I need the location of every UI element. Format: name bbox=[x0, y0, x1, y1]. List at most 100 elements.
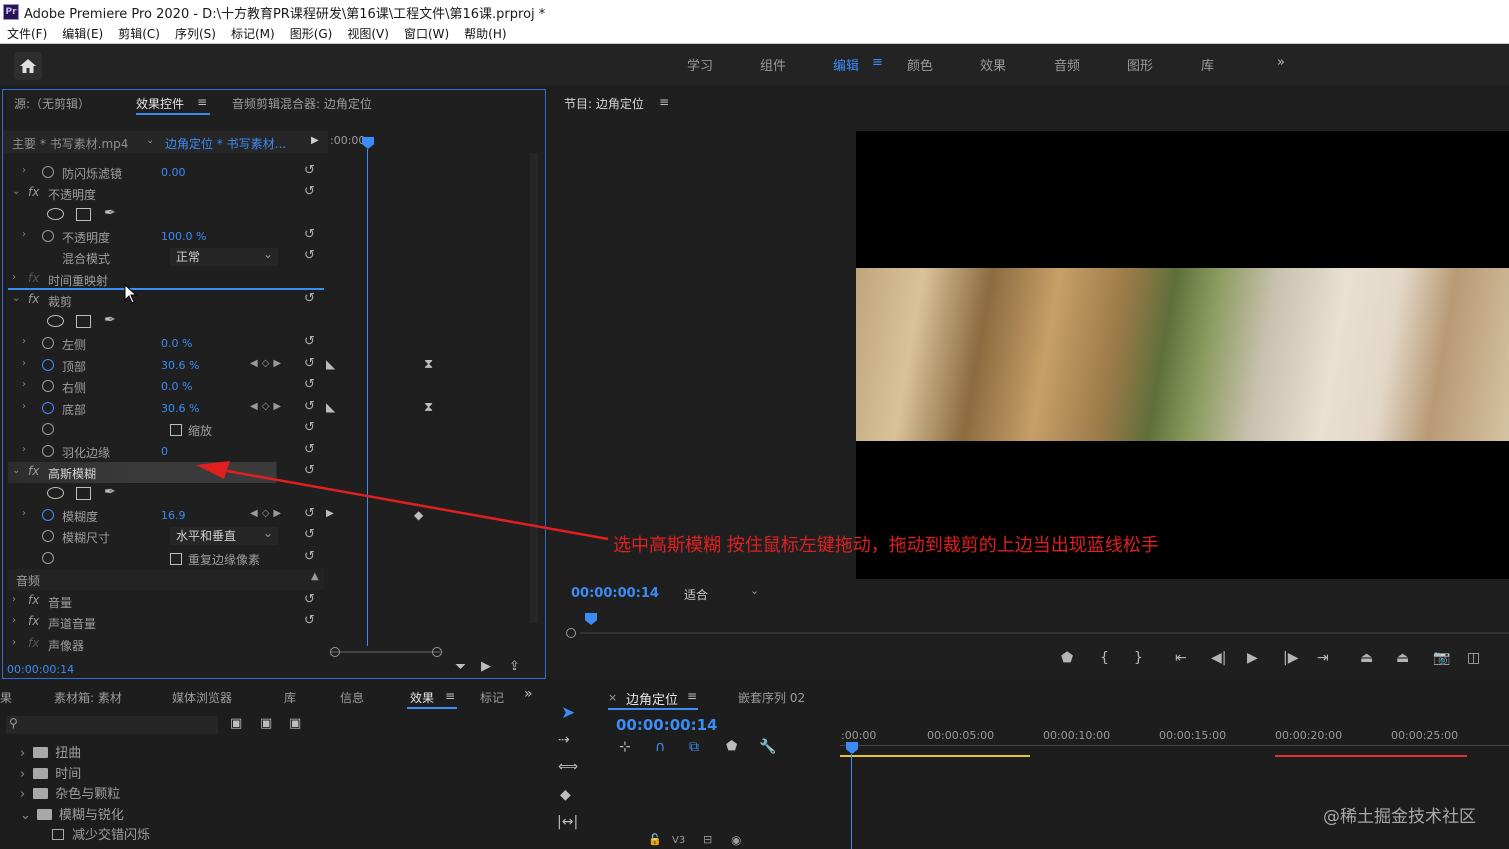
repeat-edge-checkbox[interactable] bbox=[170, 553, 182, 565]
reset-icon[interactable]: ↺ bbox=[304, 163, 315, 178]
reset-icon[interactable]: ↺ bbox=[304, 334, 315, 349]
reset-icon[interactable]: ↺ bbox=[304, 227, 315, 242]
tree-folder-blur-sharpen[interactable]: ⌄ 模糊与锐化 bbox=[20, 804, 124, 823]
comparison-view-icon[interactable]: ◫ bbox=[1467, 650, 1480, 666]
slip-tool-icon[interactable]: |↔| bbox=[557, 814, 578, 830]
rectangle-mask-icon[interactable] bbox=[76, 208, 91, 221]
menu-help[interactable]: 帮助(H) bbox=[464, 25, 506, 42]
expand-arrow-icon[interactable]: › bbox=[22, 165, 26, 176]
insert-nest-icon[interactable]: ⊹ bbox=[619, 739, 631, 755]
rectangle-mask-icon[interactable] bbox=[76, 487, 91, 500]
reset-icon[interactable]: ↺ bbox=[304, 592, 315, 607]
tab-partial[interactable]: 果 bbox=[0, 689, 12, 706]
expand-arrow-icon[interactable]: › bbox=[12, 272, 16, 283]
mark-out-icon[interactable]: } bbox=[1134, 650, 1143, 666]
workspace-tab-libraries[interactable]: 库 bbox=[1201, 55, 1214, 74]
more-panels-icon[interactable]: » bbox=[524, 686, 533, 702]
timeline-timecode[interactable]: 00:00:00:14 bbox=[616, 716, 718, 734]
tab-markers[interactable]: 标记 bbox=[480, 689, 504, 706]
menu-view[interactable]: 视图(V) bbox=[347, 25, 389, 42]
program-scrollbar[interactable] bbox=[580, 632, 1509, 634]
reset-icon[interactable]: ↺ bbox=[304, 356, 315, 371]
sync-lock-icon[interactable]: ⊟ bbox=[703, 833, 712, 846]
sequence-clip-label[interactable]: 边角定位 * 书写素材... bbox=[165, 135, 286, 152]
go-to-out-icon[interactable]: ⇥ bbox=[1317, 650, 1329, 666]
fx-icon[interactable]: fx bbox=[28, 292, 39, 306]
keyframe-start-marker[interactable]: ◣ bbox=[326, 400, 335, 414]
opacity-value[interactable]: 100.0 % bbox=[161, 230, 206, 243]
extract-icon[interactable]: ⏏ bbox=[1396, 650, 1409, 666]
tree-folder-noise-grain[interactable]: › 杂色与颗粒 bbox=[20, 783, 120, 802]
keyframe-nav-icon[interactable]: ◀◇▶ bbox=[250, 401, 285, 412]
track-label-v3[interactable]: V3 bbox=[672, 835, 685, 846]
collapse-section-icon[interactable]: ▲ bbox=[311, 571, 319, 582]
expand-arrow-icon[interactable]: › bbox=[12, 637, 16, 648]
reset-icon[interactable]: ↺ bbox=[304, 291, 315, 306]
reset-icon[interactable]: ↺ bbox=[304, 549, 315, 564]
expand-arrow-icon[interactable]: › bbox=[22, 336, 26, 347]
expand-arrow-icon[interactable]: › bbox=[12, 615, 16, 626]
reset-icon[interactable]: ↺ bbox=[304, 248, 315, 263]
stopwatch-icon[interactable] bbox=[42, 423, 54, 435]
menu-clip[interactable]: 剪辑(C) bbox=[118, 25, 160, 42]
collapse-arrow-icon[interactable]: ⌄ bbox=[12, 186, 20, 197]
fx-icon[interactable]: fx bbox=[28, 464, 39, 478]
workspace-menu-icon[interactable]: ≡ bbox=[872, 55, 883, 70]
reset-icon[interactable]: ↺ bbox=[304, 613, 315, 628]
tab-media-browser[interactable]: 媒体浏览器 bbox=[172, 689, 232, 706]
ec-zoom-scrollbar[interactable] bbox=[330, 651, 440, 653]
stopwatch-active-icon[interactable] bbox=[42, 402, 54, 414]
workspace-tab-audio[interactable]: 音频 bbox=[1054, 55, 1080, 74]
tab-source[interactable]: 源:（无剪辑） bbox=[14, 95, 90, 112]
selection-tool-icon[interactable]: ➤ bbox=[561, 703, 575, 723]
pen-mask-icon[interactable]: ✒ bbox=[104, 205, 116, 221]
antiflicker-value[interactable]: 0.00 bbox=[161, 166, 186, 179]
wrench-icon[interactable]: 🔧 bbox=[759, 739, 776, 755]
menu-window[interactable]: 窗口(W) bbox=[404, 25, 449, 42]
menu-sequence[interactable]: 序列(S) bbox=[175, 25, 216, 42]
program-title[interactable]: 节目: 边角定位 bbox=[564, 95, 644, 112]
reset-icon[interactable]: ↺ bbox=[304, 399, 315, 414]
rectangle-mask-icon[interactable] bbox=[76, 315, 91, 328]
blend-mode-select[interactable]: 正常 bbox=[170, 245, 278, 266]
collapse-arrow-icon[interactable]: ⌄ bbox=[12, 465, 20, 476]
expand-arrow-icon[interactable]: › bbox=[22, 379, 26, 390]
tree-folder-time[interactable]: › 时间 bbox=[20, 763, 81, 782]
stopwatch-icon[interactable] bbox=[42, 337, 54, 349]
panel-menu-icon[interactable]: ≡ bbox=[445, 689, 455, 703]
fx-icon[interactable]: fx bbox=[28, 614, 39, 628]
menu-file[interactable]: 文件(F) bbox=[7, 25, 47, 42]
step-back-icon[interactable]: ◀| bbox=[1211, 650, 1226, 666]
mark-in-icon[interactable]: { bbox=[1100, 650, 1109, 666]
reset-icon[interactable]: ↺ bbox=[304, 420, 315, 435]
expand-arrow-icon[interactable]: › bbox=[12, 594, 16, 605]
play-only-icon[interactable]: ▶ bbox=[311, 135, 319, 146]
fx-icon[interactable]: fx bbox=[28, 593, 39, 607]
play-icon[interactable]: ▶ bbox=[1247, 650, 1258, 666]
tab-effects[interactable]: 效果 bbox=[410, 689, 434, 706]
add-marker-icon[interactable]: ⬟ bbox=[726, 739, 737, 754]
linked-selection-icon[interactable]: ⧉ bbox=[689, 739, 699, 755]
ec-current-timecode[interactable]: 00:00:00:14 bbox=[7, 663, 74, 676]
snap-icon[interactable]: ∩ bbox=[655, 739, 665, 755]
expand-arrow-icon[interactable]: › bbox=[22, 444, 26, 455]
crop-left-value[interactable]: 0.0 % bbox=[161, 337, 192, 350]
keyframe-nav-icon[interactable]: ◀◇▶ bbox=[250, 358, 285, 369]
stopwatch-icon[interactable] bbox=[42, 230, 54, 242]
workspace-tab-editing[interactable]: 编辑 bbox=[833, 55, 859, 74]
tab-info[interactable]: 信息 bbox=[340, 689, 364, 706]
menu-edit[interactable]: 编辑(E) bbox=[62, 25, 103, 42]
export-frame-icon[interactable]: 📷 bbox=[1433, 650, 1450, 666]
timeline-tab-nested[interactable]: 嵌套序列 02 bbox=[738, 689, 805, 706]
pen-mask-icon[interactable]: ✒ bbox=[104, 312, 116, 328]
crop-bottom-value[interactable]: 30.6 % bbox=[161, 402, 199, 415]
reset-icon[interactable]: ↺ bbox=[304, 377, 315, 392]
eye-icon[interactable]: ◉ bbox=[731, 833, 741, 847]
tree-item-reduce-interlace[interactable]: 减少交错闪烁 bbox=[52, 824, 150, 843]
expand-arrow-icon[interactable]: › bbox=[22, 358, 26, 369]
stopwatch-icon[interactable] bbox=[42, 552, 54, 564]
reset-icon[interactable]: ↺ bbox=[304, 184, 315, 199]
collapse-arrow-icon[interactable]: ⌄ bbox=[12, 293, 20, 304]
32bit-effects-icon[interactable]: ▣ bbox=[260, 716, 272, 731]
home-button[interactable] bbox=[14, 52, 42, 80]
